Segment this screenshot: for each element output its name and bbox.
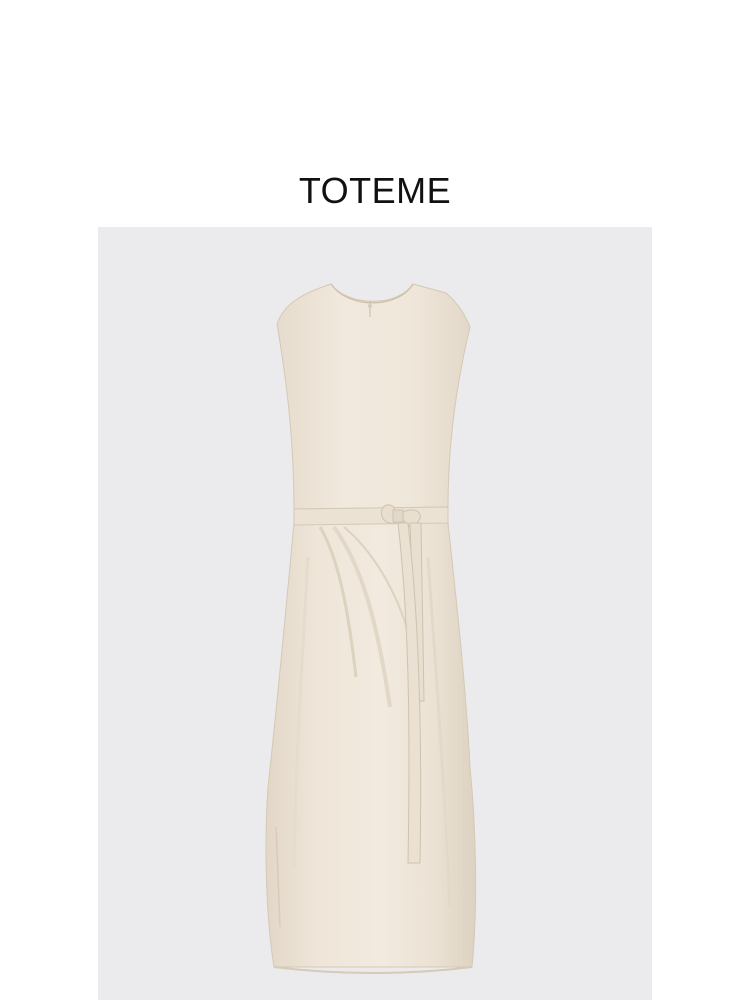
dress-belt (293, 506, 449, 526)
brand-logo: TOTEME (298, 170, 452, 211)
dress-bodice (276, 283, 471, 510)
dress-illustration (265, 283, 477, 974)
product-image (98, 227, 652, 1000)
